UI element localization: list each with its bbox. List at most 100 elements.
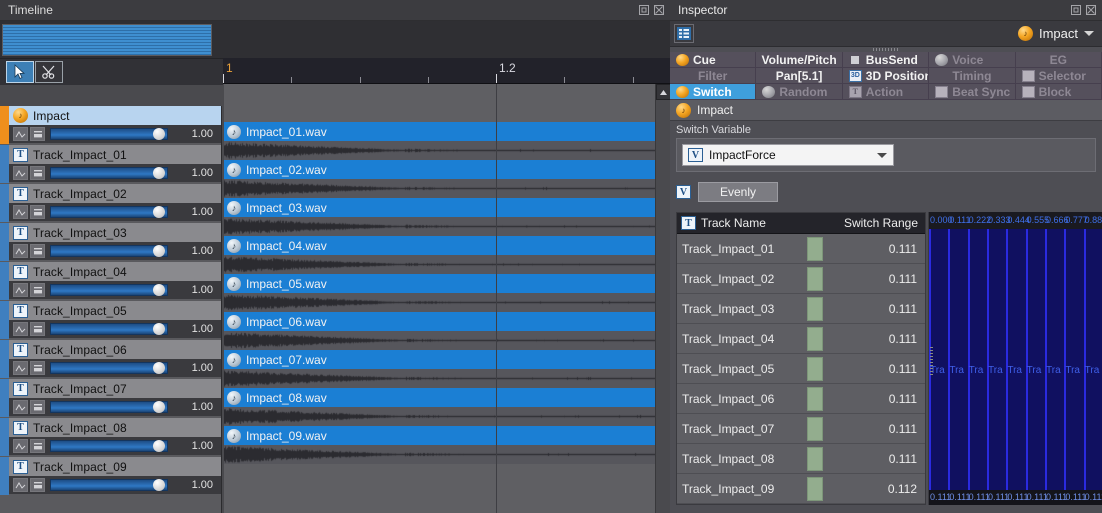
track-header-row[interactable]: ♪ Impact 1.00 bbox=[0, 106, 221, 144]
envelope-icon[interactable] bbox=[13, 127, 28, 141]
envelope-icon[interactable] bbox=[13, 322, 28, 336]
switch-range-graph[interactable]: 0.000 0.111 0.222 0.333 0.444 0.555 0.666 0.777… bbox=[928, 212, 1102, 505]
inspector-tab-grid[interactable]: Cue Volume/Pitch BusSend Voice EG Filter Pan[5… bbox=[670, 52, 1102, 100]
track-header-row[interactable]: T Track_Impact_07 1.00 bbox=[0, 379, 221, 417]
clip-header[interactable]: ♪ Impact_02.wav bbox=[223, 160, 655, 179]
table-row[interactable]: Track_Impact_04 0.111 bbox=[677, 324, 925, 354]
table-row[interactable]: Track_Impact_01 0.111 bbox=[677, 234, 925, 264]
range-swatch[interactable] bbox=[807, 447, 823, 471]
row-switch-range[interactable]: 0.111 bbox=[889, 422, 925, 436]
scissors-tool-button[interactable] bbox=[35, 61, 63, 83]
waveform-lane[interactable] bbox=[223, 255, 655, 274]
tab-selector[interactable]: Selector bbox=[1015, 68, 1102, 84]
clip-row[interactable]: ♪ Impact_07.wav bbox=[223, 350, 655, 388]
envelope-icon[interactable] bbox=[13, 361, 28, 375]
waveform-lane[interactable] bbox=[223, 407, 655, 426]
switch-variable-select[interactable]: V ImpactForce bbox=[682, 144, 894, 166]
range-swatch[interactable] bbox=[807, 387, 823, 411]
envelope-icon[interactable] bbox=[13, 205, 28, 219]
track-header-row[interactable]: T Track_Impact_03 1.00 bbox=[0, 223, 221, 261]
clip-header[interactable]: ♪ Impact_06.wav bbox=[223, 312, 655, 331]
restore-icon[interactable] bbox=[1070, 4, 1082, 16]
tab-eg[interactable]: EG bbox=[1015, 52, 1102, 68]
track-header-row[interactable]: T Track_Impact_08 1.00 bbox=[0, 418, 221, 456]
table-row[interactable]: Track_Impact_09 0.112 bbox=[677, 474, 925, 504]
waveform-lane[interactable] bbox=[223, 141, 655, 160]
envelope-icon[interactable] bbox=[13, 166, 28, 180]
envelope-icon[interactable] bbox=[13, 478, 28, 492]
tab-timing[interactable]: Timing bbox=[929, 68, 1016, 84]
tab-volume-pitch[interactable]: Volume/Pitch bbox=[756, 52, 843, 68]
waveform-lane[interactable] bbox=[223, 217, 655, 236]
timeline-vertical-scrollbar[interactable] bbox=[655, 84, 671, 513]
tab-bussend[interactable]: BusSend bbox=[842, 52, 930, 68]
timeline-clip-area[interactable]: ♪ Impact_01.wav ♪ Impact_02.wav ♪ Impact_03.w… bbox=[223, 84, 655, 513]
volume-slider[interactable] bbox=[50, 167, 168, 179]
tab-cue[interactable]: Cue bbox=[670, 52, 757, 68]
waveform-lane[interactable] bbox=[223, 445, 655, 464]
select-tool-button[interactable] bbox=[6, 61, 34, 83]
volume-slider[interactable] bbox=[50, 401, 168, 413]
track-header-row[interactable]: T Track_Impact_02 1.00 bbox=[0, 184, 221, 222]
envelope-icon[interactable] bbox=[13, 439, 28, 453]
track-header-row[interactable]: T Track_Impact_05 1.00 bbox=[0, 301, 221, 339]
waveform-lane[interactable] bbox=[223, 179, 655, 198]
mute-icon[interactable] bbox=[30, 400, 45, 414]
clip-row[interactable]: ♪ Impact_03.wav bbox=[223, 198, 655, 236]
clip-header[interactable]: ♪ Impact_03.wav bbox=[223, 198, 655, 217]
evenly-button[interactable]: Evenly bbox=[698, 182, 778, 202]
range-swatch[interactable] bbox=[807, 417, 823, 441]
clip-row[interactable]: ♪ Impact_02.wav bbox=[223, 160, 655, 198]
graph-resize-grip[interactable] bbox=[930, 346, 933, 377]
overview-minimap[interactable] bbox=[2, 24, 212, 56]
volume-slider[interactable] bbox=[50, 245, 168, 257]
mute-icon[interactable] bbox=[30, 166, 45, 180]
clip-row[interactable]: ♪ Impact_08.wav bbox=[223, 388, 655, 426]
volume-slider[interactable] bbox=[50, 206, 168, 218]
range-swatch[interactable] bbox=[807, 327, 823, 351]
tab-voice[interactable]: Voice bbox=[929, 52, 1016, 68]
tab-action[interactable]: T Action bbox=[842, 84, 930, 100]
clip-header[interactable]: ♪ Impact_04.wav bbox=[223, 236, 655, 255]
volume-slider[interactable] bbox=[50, 362, 168, 374]
range-swatch[interactable] bbox=[807, 267, 823, 291]
mute-icon[interactable] bbox=[30, 478, 45, 492]
mute-icon[interactable] bbox=[30, 361, 45, 375]
tab-block[interactable]: Block bbox=[1015, 84, 1102, 100]
envelope-icon[interactable] bbox=[13, 400, 28, 414]
table-row[interactable]: Track_Impact_07 0.111 bbox=[677, 414, 925, 444]
graph-body[interactable]: Tra Tra Tra Tra Tra Tra Tra Tra Tra bbox=[929, 229, 1102, 490]
range-swatch[interactable] bbox=[807, 477, 823, 501]
table-row[interactable]: Track_Impact_08 0.111 bbox=[677, 444, 925, 474]
scroll-up-icon[interactable] bbox=[656, 84, 671, 100]
clip-header[interactable]: ♪ Impact_09.wav bbox=[223, 426, 655, 445]
inspector-object-selector[interactable]: ♪ Impact bbox=[1017, 26, 1094, 41]
envelope-icon[interactable] bbox=[13, 244, 28, 258]
track-header-row[interactable]: T Track_Impact_01 1.00 bbox=[0, 145, 221, 183]
track-header-row[interactable]: T Track_Impact_06 1.00 bbox=[0, 340, 221, 378]
clip-header[interactable]: ♪ Impact_05.wav bbox=[223, 274, 655, 293]
clip-header[interactable]: ♪ Impact_07.wav bbox=[223, 350, 655, 369]
mute-icon[interactable] bbox=[30, 127, 45, 141]
waveform-lane[interactable] bbox=[223, 369, 655, 388]
row-switch-range[interactable]: 0.111 bbox=[889, 272, 925, 286]
clip-row[interactable]: ♪ Impact_01.wav bbox=[223, 122, 655, 160]
row-switch-range[interactable]: 0.111 bbox=[889, 242, 925, 256]
restore-icon[interactable] bbox=[638, 4, 650, 16]
tab-random[interactable]: Random bbox=[756, 84, 843, 100]
row-switch-range[interactable]: 0.111 bbox=[889, 392, 925, 406]
track-header-list[interactable]: ♪ Impact 1.00 T Track_Impact_01 1.00 T T… bbox=[0, 106, 222, 513]
row-switch-range[interactable]: 0.111 bbox=[889, 302, 925, 316]
tab-beat-sync[interactable]: Beat Sync bbox=[929, 84, 1016, 100]
mute-icon[interactable] bbox=[30, 205, 45, 219]
table-row[interactable]: Track_Impact_05 0.111 bbox=[677, 354, 925, 384]
properties-list-icon[interactable] bbox=[674, 24, 694, 43]
volume-slider[interactable] bbox=[50, 479, 168, 491]
table-row[interactable]: Track_Impact_06 0.111 bbox=[677, 384, 925, 414]
range-swatch[interactable] bbox=[807, 357, 823, 381]
row-switch-range[interactable]: 0.112 bbox=[888, 482, 925, 496]
track-header-row[interactable]: T Track_Impact_09 1.00 bbox=[0, 457, 221, 495]
volume-slider[interactable] bbox=[50, 284, 168, 296]
waveform-lane[interactable] bbox=[223, 331, 655, 350]
clip-row[interactable]: ♪ Impact_05.wav bbox=[223, 274, 655, 312]
